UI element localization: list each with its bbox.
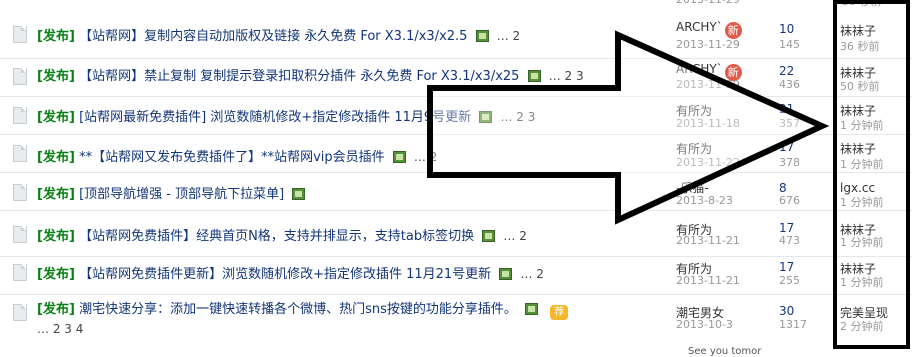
- last-post-highlight-box: [833, 0, 910, 349]
- arrow-annotation-icon: [427, 30, 830, 225]
